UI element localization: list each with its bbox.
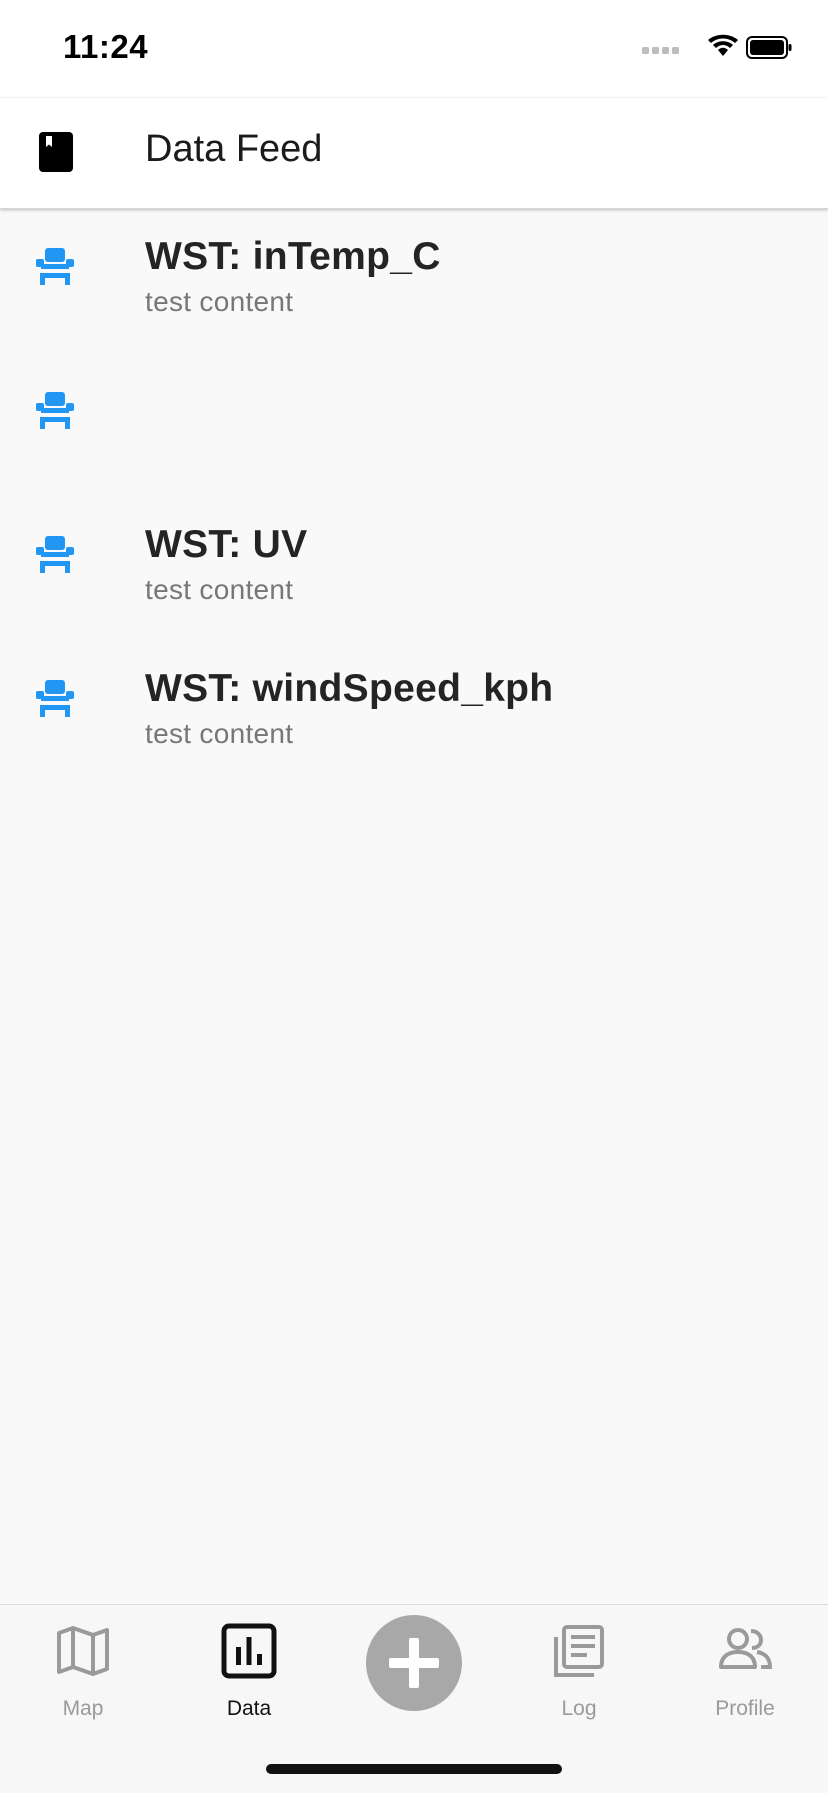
feed-item-subtitle: test content bbox=[145, 718, 294, 749]
add-button[interactable] bbox=[366, 1615, 462, 1711]
wifi-icon bbox=[708, 34, 738, 56]
page-title: Data Feed bbox=[145, 128, 323, 170]
feed-item-subtitle: test content bbox=[145, 286, 294, 317]
nav-item-log[interactable]: Log bbox=[496, 1605, 662, 1725]
data-feed-list: WST: inTemp_C test content WST: UV test … bbox=[0, 209, 828, 785]
home-indicator bbox=[266, 1764, 562, 1774]
feed-item-title: WST: inTemp_C bbox=[145, 235, 441, 278]
nav-label-map: Map bbox=[62, 1697, 104, 1720]
seat-icon bbox=[36, 536, 74, 573]
list-item[interactable]: WST: UV test content bbox=[0, 497, 828, 641]
nav-label-log: Log bbox=[561, 1697, 597, 1720]
nav-label-data: Data bbox=[226, 1697, 272, 1720]
nav-item-data[interactable]: Data bbox=[166, 1605, 332, 1725]
nav-item-profile[interactable]: Profile bbox=[662, 1605, 828, 1725]
app-bar: Data Feed bbox=[0, 98, 828, 209]
library-books-icon bbox=[554, 1625, 604, 1677]
list-item[interactable]: WST: inTemp_C test content bbox=[0, 209, 828, 353]
cellular-signal-icon bbox=[642, 47, 679, 54]
status-time: 11:24 bbox=[63, 28, 149, 65]
bar-chart-icon bbox=[221, 1623, 277, 1679]
add-icon bbox=[389, 1638, 439, 1688]
people-icon bbox=[719, 1628, 773, 1669]
seat-icon bbox=[36, 248, 74, 285]
battery-icon bbox=[746, 36, 792, 59]
book-icon[interactable] bbox=[38, 131, 74, 173]
status-icons bbox=[642, 34, 792, 59]
map-icon bbox=[57, 1626, 109, 1676]
status-bar: 11:24 bbox=[0, 0, 828, 98]
seat-icon bbox=[36, 680, 74, 717]
feed-item-title: WST: UV bbox=[145, 523, 308, 566]
feed-item-subtitle: test content bbox=[145, 574, 294, 605]
seat-icon bbox=[36, 392, 74, 429]
feed-item-title: WST: windSpeed_kph bbox=[145, 667, 554, 710]
list-item[interactable]: WST: windSpeed_kph test content bbox=[0, 641, 828, 785]
nav-label-profile: Profile bbox=[715, 1697, 775, 1720]
list-item[interactable] bbox=[0, 353, 828, 497]
nav-item-map[interactable]: Map bbox=[0, 1605, 166, 1725]
